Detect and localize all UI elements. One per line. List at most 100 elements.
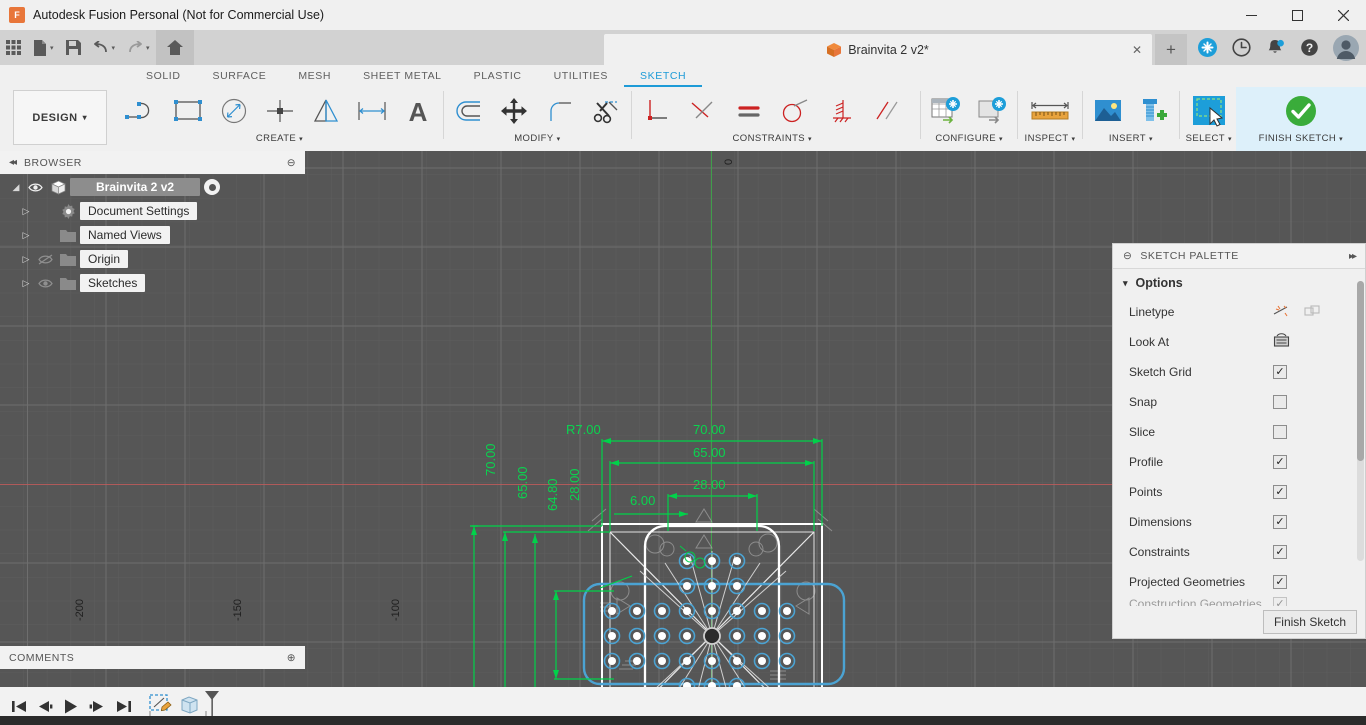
dimension-corner-radius[interactable]: R7.00 [566,422,601,437]
snap-checkbox[interactable] [1273,395,1287,409]
maximize-button[interactable] [1274,0,1320,30]
extension-add-icon[interactable] [1190,30,1224,65]
points-checkbox[interactable]: ✓ [1273,485,1287,499]
notifications-bell-icon[interactable] [1258,30,1292,65]
text-icon[interactable]: A [395,89,441,133]
palette-row-constraints[interactable]: Constraints ✓ [1113,537,1365,567]
expand-arrow-icon[interactable]: ◢ [8,182,24,193]
visibility-eye-off-icon[interactable] [34,254,56,265]
tangent-icon[interactable] [772,89,818,133]
palette-row-linetype[interactable]: Linetype [1113,297,1365,327]
comments-panel-header[interactable]: COMMENTS ⊕ [0,646,305,669]
palette-row-slice[interactable]: Slice [1113,417,1365,447]
insert-mcmaster-part-icon[interactable] [1131,89,1177,133]
palette-row-points[interactable]: Points ✓ [1113,477,1365,507]
slice-checkbox[interactable] [1273,425,1287,439]
home-icon[interactable] [155,30,194,65]
help-question-icon[interactable]: ? [1292,30,1326,65]
new-document-tab-button[interactable]: + [1155,34,1187,65]
ribbon-group-create-label[interactable]: CREATE ▾ [119,133,441,147]
collinear-icon[interactable] [864,89,910,133]
dimension-inner-height[interactable]: 65.00 [515,466,530,499]
minimize-panel-icon[interactable]: ⊖ [287,157,296,169]
expand-right-icon[interactable]: ▸▸ [1349,251,1357,262]
expand-arrow-icon[interactable]: ▷ [18,278,34,289]
configure-part-icon[interactable] [969,89,1015,133]
document-tab[interactable]: Brainvita 2 v2* ✕ [604,34,1152,65]
dimension-slot-width[interactable]: 28.00 [693,477,726,492]
palette-scrollbar[interactable] [1357,281,1364,561]
look-at-icon[interactable] [1273,333,1290,351]
tab-sketch[interactable]: SKETCH [624,65,703,87]
configure-table-icon[interactable] [923,89,969,133]
palette-row-profile[interactable]: Profile ✓ [1113,447,1365,477]
palette-row-snap[interactable]: Snap [1113,387,1365,417]
measure-ruler-icon[interactable] [1020,89,1080,133]
tree-item-document-settings[interactable]: ▷ Document Settings [0,199,305,223]
mirror-icon[interactable] [303,89,349,133]
fillet-icon[interactable] [537,89,583,133]
dimension-outer-width[interactable]: 70.00 [693,422,726,437]
palette-section-options[interactable]: ▾ Options [1113,269,1365,297]
palette-row-sketch-grid[interactable]: Sketch Grid ✓ [1113,357,1365,387]
ribbon-group-constraints-label[interactable]: CONSTRAINTS ▾ [634,133,910,147]
ribbon-group-modify-label[interactable]: MODIFY ▾ [445,133,629,147]
tab-surface[interactable]: SURFACE [197,65,283,87]
select-window-icon[interactable] [1182,89,1236,133]
tree-item-named-views[interactable]: ▷ Named Views [0,223,305,247]
palette-row-look-at[interactable]: Look At [1113,327,1365,357]
constraints-checkbox[interactable]: ✓ [1273,545,1287,559]
ribbon-group-configure-label[interactable]: CONFIGURE ▾ [923,133,1015,147]
ribbon-group-finish-sketch[interactable]: FINISH SKETCH ▾ [1235,87,1366,151]
tab-sheet-metal[interactable]: SHEET METAL [347,65,458,87]
browser-header[interactable]: ◂◂ BROWSER ⊖ [0,151,305,174]
visibility-eye-icon[interactable] [34,278,56,289]
minimize-button[interactable] [1228,0,1274,30]
dimension-inner-width[interactable]: 65.00 [693,445,726,460]
expand-arrow-icon[interactable]: ▷ [18,206,34,217]
expand-arrow-icon[interactable]: ▷ [18,230,34,241]
ribbon-group-finish-sketch-label[interactable]: FINISH SKETCH ▾ [1236,133,1366,147]
dimension-slot-height[interactable]: 28.00 [567,468,582,501]
user-avatar[interactable] [1326,30,1366,65]
finish-sketch-check-icon[interactable] [1279,89,1323,133]
tab-mesh[interactable]: MESH [282,65,347,87]
collapse-left-icon[interactable]: ◂◂ [9,157,17,168]
dimension-edge-offset[interactable]: 6.00 [630,493,655,508]
projected-geometries-checkbox[interactable]: ✓ [1273,575,1287,589]
move-copy-icon[interactable] [491,89,537,133]
parallel-equal-icon[interactable] [726,89,772,133]
visibility-eye-icon[interactable] [24,182,46,193]
save-icon[interactable] [60,30,87,65]
perpendicular-icon[interactable] [634,89,680,133]
ribbon-group-inspect-label[interactable]: INSPECT ▾ [1020,133,1080,147]
palette-row-projected-geometries[interactable]: Projected Geometries ✓ [1113,567,1365,597]
trim-scissors-icon[interactable] [583,89,629,133]
rectangle-icon[interactable] [165,89,211,133]
sketch-grid-checkbox[interactable]: ✓ [1273,365,1287,379]
line-icon[interactable] [119,89,165,133]
tab-solid[interactable]: SOLID [130,65,197,87]
sketch-dimension-icon[interactable] [349,89,395,133]
redo-icon[interactable]: ▾ [121,30,156,65]
linetype-construction-icon[interactable] [1304,304,1321,321]
tree-item-sketches[interactable]: ▷ Sketches [0,271,305,295]
expand-arrow-icon[interactable]: ▷ [18,254,34,265]
sketch-palette-header[interactable]: ⊖ SKETCH PALETTE ▸▸ [1113,244,1365,269]
dimension-profile-height[interactable]: 64.80 [545,478,560,511]
collapse-panel-icon[interactable]: ⊖ [1123,250,1132,262]
add-comment-icon[interactable]: ⊕ [287,652,296,664]
job-status-clock-icon[interactable] [1224,30,1258,65]
point-icon[interactable] [257,89,303,133]
document-tab-close-icon[interactable]: ✕ [1132,43,1142,57]
tab-utilities[interactable]: UTILITIES [538,65,624,87]
grid-apps-icon[interactable] [0,30,27,65]
undo-icon[interactable]: ▾ [87,30,122,65]
finish-sketch-button[interactable]: Finish Sketch [1262,610,1357,634]
workspace-selector[interactable]: DESIGN ▾ [13,90,107,145]
insert-image-icon[interactable] [1085,89,1131,133]
coincident-icon[interactable] [680,89,726,133]
profile-checkbox[interactable]: ✓ [1273,455,1287,469]
fix-ground-icon[interactable] [818,89,864,133]
palette-row-construction-geometries[interactable]: Construction Geometries ✓ [1113,597,1365,606]
